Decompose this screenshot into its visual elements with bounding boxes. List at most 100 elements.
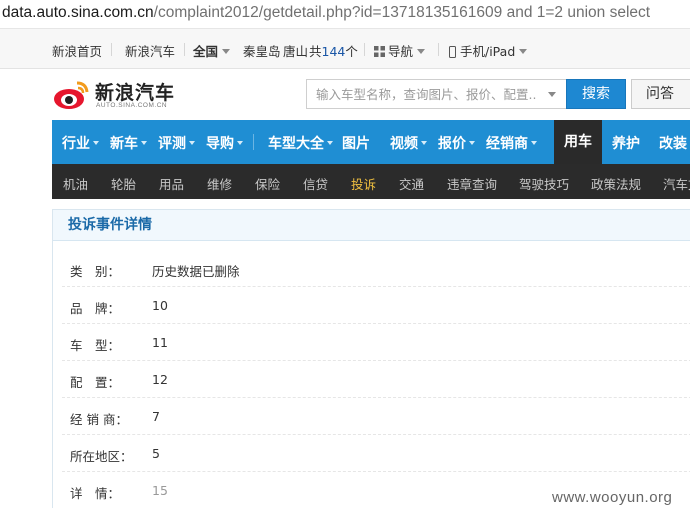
mobile-menu[interactable]: 手机/iPad (449, 41, 528, 60)
subnav-item-loans[interactable]: 信贷 (303, 174, 328, 193)
row-label: 详 情： (70, 486, 121, 501)
count-suffix: 个 (345, 44, 358, 59)
row-value: 10 (152, 298, 168, 313)
row-label: 类 别： (70, 264, 121, 279)
watermark: www.wooyun.org (552, 489, 673, 506)
detail-row-configuration: 配 置： 12 (62, 361, 690, 398)
row-value: 7 (152, 409, 160, 424)
row-label: 经 销 商： (70, 412, 128, 427)
count-value: 144 (321, 44, 346, 59)
subnav-item-driving-tips[interactable]: 驾驶技巧 (519, 174, 569, 193)
address-bar[interactable]: data.auto.sina.com.cn/complaint2012/getd… (0, 0, 690, 28)
mobile-menu-label: 手机/iPad (460, 44, 516, 59)
chevron-down-icon (469, 141, 475, 145)
top-nav: 新浪首页 新浪汽车 全国 秦皇岛 唐山 共144个 导航 手机/iPad (0, 28, 690, 69)
row-value: 12 (152, 372, 168, 387)
subnav-item-policy[interactable]: 政策法规 (591, 174, 641, 193)
subnav-item-oil[interactable]: 机油 (63, 174, 88, 193)
divider (364, 43, 365, 56)
row-label: 配 置： (70, 375, 121, 390)
nav-item-prices[interactable]: 报价 (438, 133, 475, 153)
nav-item-label: 新车 (110, 136, 138, 152)
divider (111, 43, 112, 56)
sina-eye-icon (54, 81, 89, 109)
region-select[interactable]: 全国 (193, 41, 231, 60)
subnav-item-violation-query[interactable]: 违章查询 (447, 174, 497, 193)
chevron-down-icon (237, 141, 243, 145)
row-label: 品 牌： (70, 301, 121, 316)
main-nav: 行业 新车 评测 导购 车型大全 图片 视频 报价 经销商 用车 养护 改装 (52, 120, 690, 164)
row-label: 车 型： (70, 338, 121, 353)
sub-nav: 机油 轮胎 用品 维修 保险 信贷 投诉 交通 违章查询 驾驶技巧 政策法规 汽… (52, 164, 690, 199)
row-label: 所在地区： (70, 449, 133, 464)
chevron-down-icon (189, 141, 195, 145)
nav-item-industry[interactable]: 行业 (62, 133, 99, 153)
city-count: 共144个 (309, 41, 358, 60)
detail-row-dealer: 经 销 商： 7 (62, 398, 690, 435)
detail-row-region: 所在地区： 5 (62, 435, 690, 472)
chevron-down-icon (531, 141, 537, 145)
nav-menu-label: 导航 (388, 44, 414, 59)
search-input[interactable] (308, 81, 536, 107)
detail-row-brand: 品 牌： 10 (62, 287, 690, 324)
logo-text: 新浪汽车 (95, 82, 176, 104)
search-button[interactable]: 搜索 (566, 79, 626, 109)
row-value: 15 (152, 483, 168, 498)
city-link-qinhuangdao[interactable]: 秦皇岛 (243, 41, 281, 60)
chevron-down-icon[interactable] (548, 92, 556, 97)
nav-item-label: 评测 (158, 136, 186, 152)
link-sina-home[interactable]: 新浪首页 (52, 41, 102, 60)
nav-item-modification[interactable]: 改装 (659, 133, 687, 153)
chevron-down-icon (421, 141, 427, 145)
nav-item-pictures[interactable]: 图片 (342, 133, 370, 153)
chevron-down-icon (93, 141, 99, 145)
detail-row-category: 类 别： 历史数据已删除 (62, 250, 690, 287)
subnav-item-accessories[interactable]: 用品 (159, 174, 184, 193)
nav-item-new-cars[interactable]: 新车 (110, 133, 147, 153)
subnav-item-insurance[interactable]: 保险 (255, 174, 280, 193)
panel-title: 投诉事件详情 (53, 210, 690, 241)
subnav-item-tires[interactable]: 轮胎 (111, 174, 136, 193)
city-link-tangshan[interactable]: 唐山 (283, 41, 308, 60)
logo-subtext: AUTO.SINA.COM.CN (96, 102, 168, 109)
ask-button[interactable]: 问答 (631, 79, 690, 109)
subnav-item-repair[interactable]: 维修 (207, 174, 232, 193)
nav-item-label: 车型大全 (268, 136, 324, 152)
link-sina-auto[interactable]: 新浪汽车 (125, 41, 175, 60)
divider (438, 43, 439, 56)
count-prefix: 共 (309, 44, 322, 59)
nav-item-car-use-active[interactable]: 用车 (554, 120, 602, 164)
nav-item-maintenance[interactable]: 养护 (612, 133, 640, 153)
chevron-down-icon (222, 49, 231, 54)
nav-item-video[interactable]: 视频 (390, 133, 427, 153)
chevron-down-icon (327, 141, 333, 145)
row-value: 11 (152, 335, 168, 350)
chevron-down-icon (417, 49, 426, 54)
chevron-down-icon (519, 49, 528, 54)
divider (253, 134, 254, 150)
nav-item-label: 行业 (62, 136, 90, 152)
search-field (306, 79, 567, 109)
site-header: 新浪汽车 AUTO.SINA.COM.CN 搜索 问答 (0, 70, 690, 120)
nav-item-reviews[interactable]: 评测 (158, 133, 195, 153)
row-value: 5 (152, 446, 160, 461)
detail-row-model: 车 型： 11 (62, 324, 690, 361)
complaint-detail-panel: 投诉事件详情 类 别： 历史数据已删除 品 牌： 10 车 型： 11 配 置：… (52, 209, 690, 508)
subnav-item-traffic[interactable]: 交通 (399, 174, 424, 193)
nav-item-buying-guide[interactable]: 导购 (206, 133, 243, 153)
subnav-item-auto-culture[interactable]: 汽车文 (663, 174, 690, 193)
nav-item-label: 导购 (206, 136, 234, 152)
subnav-item-complaints[interactable]: 投诉 (351, 174, 376, 193)
chevron-down-icon (141, 141, 147, 145)
nav-item-label: 经销商 (486, 136, 528, 152)
nav-item-label: 视频 (390, 136, 418, 152)
url-host: data.auto.sina.com.cn (2, 4, 154, 21)
grid-icon (374, 46, 385, 57)
nav-menu[interactable]: 导航 (374, 41, 426, 60)
divider (184, 43, 185, 56)
sina-auto-logo[interactable]: 新浪汽车 AUTO.SINA.COM.CN (50, 77, 180, 113)
nav-item-all-models[interactable]: 车型大全 (268, 133, 333, 153)
row-value: 历史数据已删除 (152, 264, 240, 279)
region-label: 全国 (193, 44, 219, 59)
nav-item-dealers[interactable]: 经销商 (486, 133, 537, 153)
